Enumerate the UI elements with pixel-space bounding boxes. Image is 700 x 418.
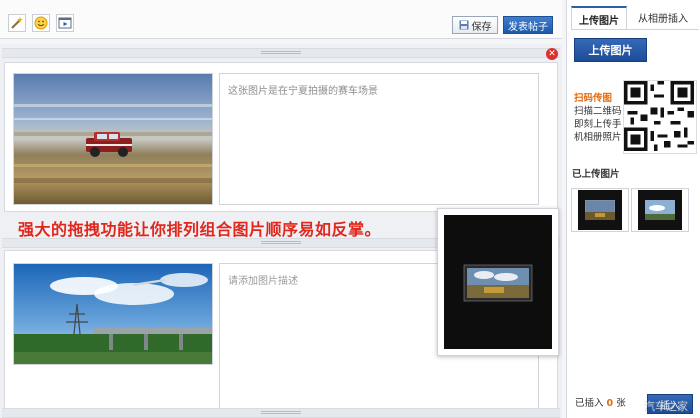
rally-car-photo[interactable]: [13, 73, 213, 205]
qr-line: 即刻上传手: [574, 119, 622, 130]
inserted-count: 已插入 0 张: [575, 397, 626, 410]
tab-divider: [571, 29, 699, 30]
upload-sidebar: 上传图片 从相册插入 上传图片 扫码传图 扫描二维码 即刻上传手 机相册照片 已…: [566, 0, 700, 418]
uploaded-thumbnail[interactable]: [631, 188, 689, 232]
close-icon[interactable]: ✕: [546, 48, 558, 60]
tab-upload[interactable]: 上传图片: [571, 6, 627, 30]
inserted-number: 0: [606, 398, 614, 409]
qr-line: 机相册照片: [574, 132, 622, 143]
save-label: 保存: [471, 21, 492, 33]
qr-code: [623, 80, 697, 154]
publish-label: 发表帖子: [508, 21, 548, 33]
inserted-unit: 张: [616, 398, 626, 409]
uploaded-title: 已上传图片: [572, 169, 620, 180]
upload-photo-button[interactable]: 上传图片: [574, 38, 647, 62]
photo-description-field[interactable]: 这张图片是在宁夏拍摄的赛车场景: [219, 73, 539, 205]
save-button[interactable]: 保存: [452, 16, 498, 34]
editor-toolbar: 保存 发表帖子: [0, 0, 562, 39]
drag-handle-top[interactable]: [2, 48, 560, 58]
floppy-icon: [459, 20, 468, 30]
photo-item: 这张图片是在宁夏拍摄的赛车场景: [4, 62, 558, 212]
qr-line: 扫描二维码: [574, 106, 622, 117]
publish-button[interactable]: 发表帖子: [503, 16, 553, 34]
emoji-icon[interactable]: [32, 14, 50, 32]
drag-preview-card[interactable]: [437, 208, 559, 356]
tab-album[interactable]: 从相册插入: [627, 6, 699, 30]
inserted-prefix: 已插入: [575, 398, 604, 409]
video-icon[interactable]: [56, 14, 74, 32]
drag-preview-image: [444, 215, 552, 349]
power-tower-bridge-photo[interactable]: [13, 263, 213, 365]
magic-wand-icon[interactable]: [8, 14, 26, 32]
uploaded-thumbnail[interactable]: [571, 188, 629, 232]
qr-title: 扫码传图: [574, 93, 613, 104]
feature-callout: 强大的拖拽功能让你排列组合图片顺序易如反掌。: [18, 220, 382, 239]
drag-handle-bottom[interactable]: [2, 408, 560, 418]
site-watermark: 汽车之家: [644, 400, 688, 413]
